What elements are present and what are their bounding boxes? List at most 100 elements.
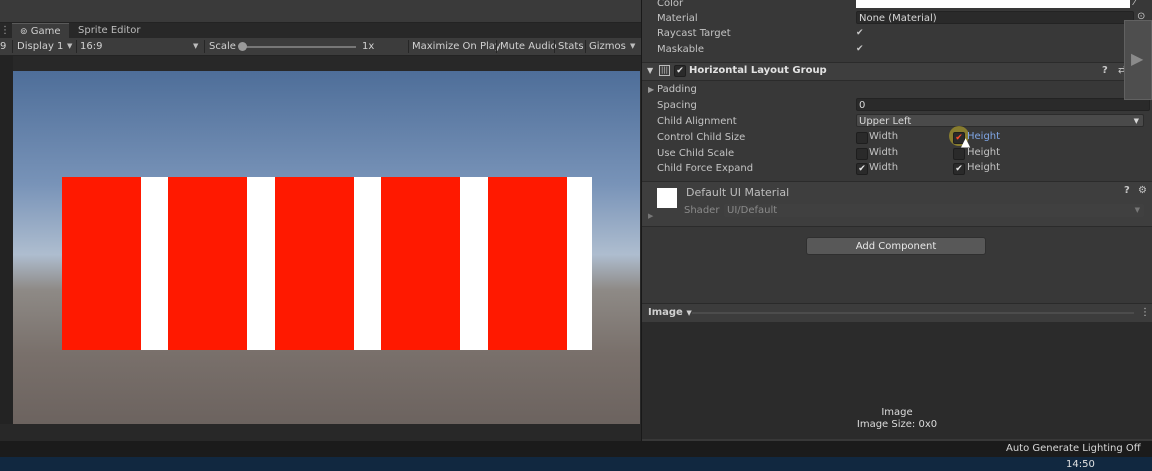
status-bar: Auto Generate Lighting Off [0, 441, 1152, 457]
divider [76, 40, 77, 53]
raycast-target-label: Raycast Target [657, 28, 731, 39]
display-dropdown[interactable]: Display 1 [17, 38, 63, 55]
maskable-label: Maskable [657, 44, 704, 55]
use-child-scale-label: Use Child Scale [657, 148, 735, 159]
control-child-size-height-label: Height [967, 131, 1001, 142]
divider [12, 40, 13, 53]
color-field[interactable] [856, 0, 1130, 8]
layout-child-image [488, 177, 567, 350]
use-child-scale-width-label: Width [869, 147, 899, 158]
horizontal-layout-icon: ||| [659, 65, 670, 76]
help-icon[interactable]: ? [1102, 65, 1108, 77]
chevron-down-icon: ▼ [1134, 206, 1140, 214]
layout-child-image [168, 177, 247, 350]
spacing-value: 0 [859, 100, 866, 111]
control-child-size-width-label: Width [869, 131, 899, 142]
shader-dropdown[interactable]: UI/Default ▼ [724, 204, 1144, 217]
scale-label: Scale [209, 41, 236, 52]
maximize-on-play-toggle[interactable]: Maximize On Play [412, 38, 501, 55]
preview-area: Image Image Size: 0x0 [642, 322, 1152, 439]
collapse-triangle-icon[interactable]: ▼ [647, 65, 653, 77]
divider [408, 40, 409, 53]
child-force-expand-width-label: Width [869, 162, 899, 173]
divider [204, 40, 205, 53]
scale-value: 1x [362, 41, 375, 52]
aspect-chevron-down-icon[interactable]: ▼ [193, 38, 198, 55]
divider [585, 40, 586, 53]
child-force-expand-label: Child Force Expand [657, 163, 754, 174]
help-icon[interactable]: ? [1124, 185, 1130, 197]
display-value: Display 1 [17, 41, 64, 52]
play-overlay-button[interactable]: ▶ [1124, 20, 1152, 100]
game-view-gutter [0, 56, 13, 424]
preview-title: Image [881, 407, 913, 418]
preview-image-size: Image Size: 0x0 [856, 419, 938, 430]
os-taskbar: 14:50 [0, 457, 1152, 471]
scale-slider[interactable] [240, 46, 356, 48]
stats-toggle[interactable]: Stats [558, 38, 584, 55]
color-label: Color [657, 0, 684, 9]
layout-child-image [275, 177, 354, 350]
use-child-scale-height-label: Height [967, 147, 1001, 158]
preview-menu-icon[interactable]: ⋮ [1140, 306, 1150, 319]
layout-child-image [62, 177, 141, 350]
component-title: Horizontal Layout Group [689, 65, 827, 76]
display-chevron-down-icon[interactable]: ▼ [67, 38, 72, 55]
use-child-scale-height-checkbox[interactable] [953, 148, 965, 160]
child-alignment-dropdown[interactable]: Upper Left ▼ [856, 114, 1144, 127]
child-force-expand-width-checkbox[interactable]: ✔ [856, 163, 868, 175]
preview-dropdown-label: Image [648, 307, 683, 318]
chevron-down-icon: ▼ [1133, 117, 1139, 125]
control-child-size-width-checkbox[interactable] [856, 132, 868, 144]
padding-foldout-icon[interactable]: ▶ [648, 84, 654, 96]
tab-game[interactable]: ⊚ Game [12, 23, 69, 39]
clock: 14:50 [1066, 459, 1095, 470]
child-force-expand-height-label: Height [967, 162, 1001, 173]
game-toolbar: 9 Display 1 ▼ 16:9 ▼ Scale 1x Maximize O… [0, 38, 641, 56]
layout-group-enabled-checkbox[interactable]: ✔ [674, 65, 686, 77]
child-force-expand-height-checkbox[interactable]: ✔ [953, 163, 965, 175]
raycast-target-checkbox[interactable]: ✔ [856, 27, 864, 39]
control-child-size-label: Control Child Size [657, 132, 746, 143]
divider [554, 40, 555, 53]
spacing-field[interactable]: 0 [856, 98, 1150, 111]
material-label: Material [657, 13, 698, 24]
scale-slider-handle[interactable] [238, 42, 247, 51]
spacing-label: Spacing [657, 100, 697, 111]
gear-icon[interactable]: ⚙ [1138, 185, 1147, 197]
material-field[interactable]: None (Material) [856, 11, 1134, 24]
shader-label: Shader [684, 205, 720, 216]
padding-foldout[interactable]: Padding [657, 82, 697, 97]
material-foldout-icon[interactable]: ▶ [648, 210, 653, 222]
tab-sprite-editor[interactable]: Sprite Editor [70, 23, 148, 38]
play-icon: ▶ [1131, 49, 1144, 68]
scene-window-strip [0, 0, 641, 23]
child-alignment-value: Upper Left [859, 116, 912, 127]
gizmos-chevron-down-icon[interactable]: ▼ [630, 38, 635, 55]
tab-game-label: Game [30, 26, 61, 37]
layout-group-canvas [62, 177, 592, 350]
preview-resize-handle[interactable] [692, 312, 1134, 314]
divider [496, 40, 497, 53]
aspect-dropdown[interactable]: 16:9 [80, 38, 200, 55]
aspect-value: 16:9 [80, 41, 103, 52]
mute-audio-toggle[interactable]: Mute Audio [500, 38, 557, 55]
use-child-scale-width-checkbox[interactable] [856, 148, 868, 160]
material-name: Default UI Material [686, 186, 790, 199]
game-view-bottom-strip [0, 424, 641, 441]
gizmos-toggle[interactable]: Gizmos [589, 38, 626, 55]
eyedropper-icon[interactable]: ⁄ [1134, 0, 1136, 9]
layout-child-image [381, 177, 460, 350]
child-alignment-label: Child Alignment [657, 116, 737, 127]
add-component-button[interactable]: Add Component [806, 237, 986, 255]
gamepad-icon: ⊚ [20, 27, 28, 37]
material-preview-swatch [657, 188, 677, 208]
truncated-label: 9 [0, 41, 7, 52]
preview-dropdown[interactable]: Image ▼ [648, 306, 692, 320]
tab-menu-icon[interactable]: ⋮ [0, 23, 10, 38]
chevron-down-icon: ▼ [686, 309, 692, 317]
maskable-checkbox[interactable]: ✔ [856, 43, 864, 55]
tab-sprite-editor-label: Sprite Editor [78, 25, 141, 36]
game-view-tabs: ⋮ ⊚ Game Sprite Editor [0, 23, 641, 39]
lighting-status[interactable]: Auto Generate Lighting Off [1006, 443, 1141, 455]
